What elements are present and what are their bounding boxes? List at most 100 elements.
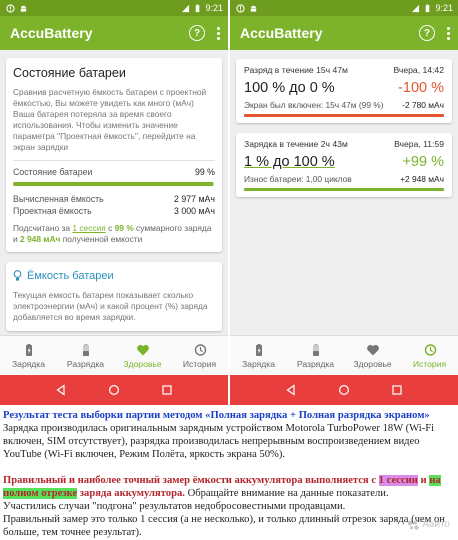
nav-health-label: Здоровье — [353, 358, 392, 369]
discharge-sub: Экран был включен: 15ч 47м (99 %) -2 780… — [244, 100, 444, 110]
nav-discharging[interactable]: Разрядка — [57, 336, 114, 375]
design-capacity-label: Проектная ёмкость — [13, 206, 92, 216]
nav-discharging-label: Разрядка — [296, 358, 335, 369]
article-paragraph-2: Правильный и наиболее точный замер ёмкос… — [3, 474, 455, 500]
article-text-normal: Обращайте внимание на данные показатели. — [184, 488, 389, 499]
nav-discharging[interactable]: Разрядка — [287, 336, 344, 375]
discharging-battery-icon — [312, 343, 319, 356]
article-paragraph-1: Зарядка производилась оригинальным заряд… — [3, 423, 435, 460]
charge-duration: Зарядка в течение 2ч 43м — [244, 139, 348, 149]
nav-charging[interactable]: Зарядка — [230, 336, 287, 375]
charging-battery-icon — [25, 343, 32, 356]
note-text: Подсчитано за — [13, 223, 73, 233]
note-sessions: 1 сессия — [72, 223, 106, 233]
note-charge-percent: 99 % — [114, 223, 134, 233]
divider — [13, 160, 215, 161]
charge-wear: Износ батареи: 1,00 циклов — [244, 174, 352, 184]
health-progress-bar — [13, 182, 215, 186]
nav-charging-label: Зарядка — [241, 358, 276, 369]
status-time: 9:21 — [435, 3, 453, 13]
health-row: Состояние батареи 99 % — [13, 167, 215, 177]
article-emphasis: Правильный и наиболее точный замер ёмкос… — [3, 475, 379, 486]
history-content: Разряд в течение 15ч 47м Вчера, 14:42 10… — [230, 50, 458, 335]
article-paragraph-3: Участились случаи "подгона" результатов … — [3, 501, 346, 512]
back-icon[interactable] — [55, 384, 67, 396]
charging-battery-icon — [255, 343, 262, 356]
nav-health-label: Здоровье — [123, 358, 162, 369]
battery-icon — [196, 3, 200, 12]
back-icon[interactable] — [285, 384, 297, 396]
note-capacity: 2 948 мАч — [20, 234, 61, 244]
signal-icon — [182, 4, 190, 12]
recents-icon[interactable] — [161, 384, 173, 396]
home-icon[interactable] — [338, 384, 350, 396]
discharge-duration: Разряд в течение 15ч 47м — [244, 65, 348, 75]
discharge-header: Разряд в течение 15ч 47м Вчера, 14:42 — [244, 65, 444, 75]
capacity-card-description: Текущая емкость батареи показывает сколь… — [13, 290, 208, 322]
charge-bar — [244, 188, 444, 191]
charge-range: 1 % до 100 % — [244, 154, 335, 170]
status-time: 9:21 — [205, 3, 223, 13]
status-bar: 9:21 — [0, 0, 228, 16]
history-icon — [424, 343, 436, 356]
phone-health: 9:21 AccuBattery ? Состояние батареи Сра… — [0, 0, 228, 405]
discharge-mah: -2 780 мАч — [402, 100, 444, 110]
discharge-percent: -100 % — [398, 80, 444, 96]
health-content: Состояние батареи Сравнив расчетную ёмко… — [0, 50, 228, 335]
lightbulb-icon — [13, 270, 22, 281]
nav-history-label: История — [412, 358, 447, 369]
design-capacity-row: Проектная ёмкость 3 000 мАч — [13, 206, 215, 216]
article-text: Результат теста выборки партии методом «… — [3, 409, 455, 539]
nav-health[interactable]: Здоровье — [344, 336, 401, 375]
article-paragraph-4: Правильный замер это только 1 сессия (а … — [3, 514, 445, 538]
heart-icon — [366, 344, 379, 355]
app-bar: AccuBattery ? — [0, 16, 228, 50]
app-title: AccuBattery — [10, 25, 93, 41]
help-icon[interactable]: ? — [189, 25, 205, 41]
watermark-text: Авито — [422, 519, 450, 530]
help-icon[interactable]: ? — [419, 25, 435, 41]
health-value: 99 % — [194, 167, 215, 177]
battery-icon — [426, 3, 430, 12]
charge-main: 1 % до 100 % +99 % — [244, 154, 444, 170]
charge-sub: Износ батареи: 1,00 циклов +2 948 мАч — [244, 174, 444, 184]
more-options-icon[interactable] — [447, 26, 450, 40]
article-highlight-sessions: 1 сессии — [378, 475, 418, 486]
phone-history: 9:21 AccuBattery ? Разряд в течение 15ч … — [230, 0, 458, 405]
nav-history-label: История — [182, 358, 217, 369]
note-text: полученной емкости — [60, 234, 143, 244]
discharge-screen-on: Экран был включен: 15ч 47м (99 %) — [244, 100, 384, 110]
system-nav-bar — [0, 375, 228, 405]
battery-capacity-card: Ёмкость батареи Текущая емкость батареи … — [6, 262, 222, 331]
health-card-title: Состояние батареи — [13, 66, 126, 80]
more-options-icon[interactable] — [217, 26, 220, 40]
discharging-battery-icon — [82, 343, 89, 356]
nav-charging[interactable]: Зарядка — [0, 336, 57, 375]
recents-icon[interactable] — [391, 384, 403, 396]
charge-mah: +2 948 мАч — [400, 174, 444, 184]
discharge-main: 100 % до 0 % -100 % — [244, 80, 444, 96]
charge-session-card[interactable]: Зарядка в течение 2ч 43м Вчера, 11:59 1 … — [236, 133, 452, 197]
discharge-bar — [244, 114, 444, 117]
design-capacity-value: 3 000 мАч — [174, 206, 215, 216]
charge-date: Вчера, 11:59 — [394, 139, 444, 149]
calc-capacity-label: Вычисленная ёмкость — [13, 194, 104, 204]
discharge-session-card[interactable]: Разряд в течение 15ч 47м Вчера, 14:42 10… — [236, 59, 452, 123]
screenshots: 9:21 AccuBattery ? Состояние батареи Сра… — [0, 0, 458, 405]
nav-health[interactable]: Здоровье — [114, 336, 171, 375]
alert-icon — [236, 3, 245, 13]
home-icon[interactable] — [108, 384, 120, 396]
calc-capacity-value: 2 977 мАч — [174, 194, 215, 204]
capacity-card-header: Ёмкость батареи — [13, 270, 215, 282]
capacity-card-title: Ёмкость батареи — [27, 270, 114, 282]
signal-icon — [412, 4, 420, 12]
charge-percent: +99 % — [402, 154, 444, 170]
note-text: с — [105, 223, 115, 233]
nav-history[interactable]: История — [171, 336, 228, 375]
health-label: Состояние батареи — [13, 167, 93, 177]
charge-header: Зарядка в течение 2ч 43м Вчера, 11:59 — [244, 139, 444, 149]
bottom-nav: Зарядка Разрядка Здоровье История — [230, 335, 458, 375]
system-nav-bar — [230, 375, 458, 405]
nav-history[interactable]: История — [401, 336, 458, 375]
nav-charging-label: Зарядка — [11, 358, 46, 369]
